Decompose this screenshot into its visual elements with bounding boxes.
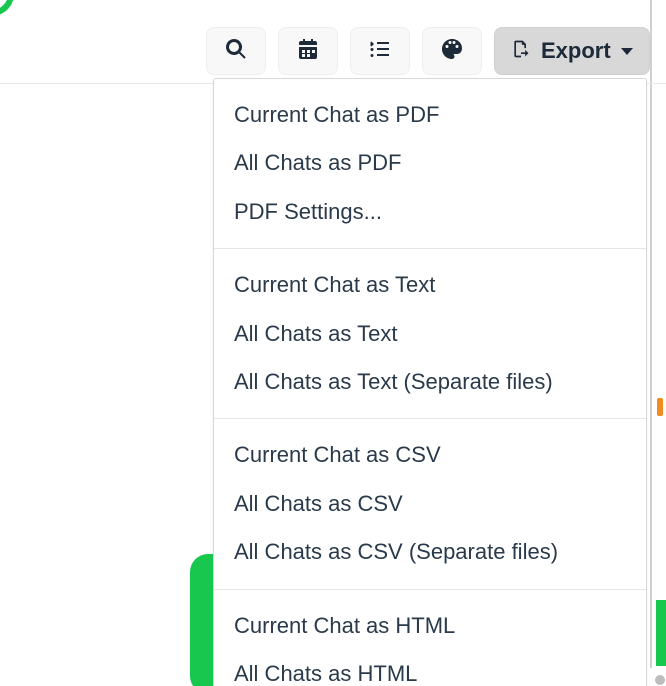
export-group-pdf: Current Chat as PDF All Chats as PDF PDF… bbox=[214, 79, 646, 248]
export-all-text-sep[interactable]: All Chats as Text (Separate files) bbox=[214, 358, 646, 406]
export-group-text: Current Chat as Text All Chats as Text A… bbox=[214, 249, 646, 418]
caret-down-icon bbox=[621, 48, 633, 55]
export-group-html: Current Chat as HTML All Chats as HTML bbox=[214, 590, 646, 686]
export-button[interactable]: Export bbox=[494, 27, 650, 75]
export-all-csv-sep[interactable]: All Chats as CSV (Separate files) bbox=[214, 528, 646, 576]
scroll-marker bbox=[657, 398, 663, 416]
export-all-pdf[interactable]: All Chats as PDF bbox=[214, 139, 646, 187]
export-current-text[interactable]: Current Chat as Text bbox=[214, 261, 646, 309]
export-all-csv[interactable]: All Chats as CSV bbox=[214, 480, 646, 528]
export-current-pdf[interactable]: Current Chat as PDF bbox=[214, 91, 646, 139]
right-border bbox=[650, 0, 652, 668]
search-button[interactable] bbox=[206, 27, 266, 75]
scroll-highlight bbox=[656, 600, 666, 666]
export-dropdown: Current Chat as PDF All Chats as PDF PDF… bbox=[213, 78, 647, 686]
calendar-icon bbox=[296, 37, 320, 66]
export-all-html[interactable]: All Chats as HTML bbox=[214, 650, 646, 686]
list-icon bbox=[368, 37, 392, 66]
palette-icon bbox=[440, 37, 464, 66]
file-export-icon bbox=[511, 39, 531, 64]
resize-grip[interactable] bbox=[655, 675, 665, 685]
export-current-html[interactable]: Current Chat as HTML bbox=[214, 602, 646, 650]
list-button[interactable] bbox=[350, 27, 410, 75]
calendar-button[interactable] bbox=[278, 27, 338, 75]
toolbar: Export bbox=[206, 27, 650, 75]
palette-button[interactable] bbox=[422, 27, 482, 75]
decorative-arc bbox=[0, 0, 18, 20]
export-group-csv: Current Chat as CSV All Chats as CSV All… bbox=[214, 419, 646, 588]
search-icon bbox=[224, 37, 248, 66]
export-pdf-settings[interactable]: PDF Settings... bbox=[214, 188, 646, 236]
export-label: Export bbox=[541, 38, 611, 64]
export-current-csv[interactable]: Current Chat as CSV bbox=[214, 431, 646, 479]
export-all-text[interactable]: All Chats as Text bbox=[214, 310, 646, 358]
